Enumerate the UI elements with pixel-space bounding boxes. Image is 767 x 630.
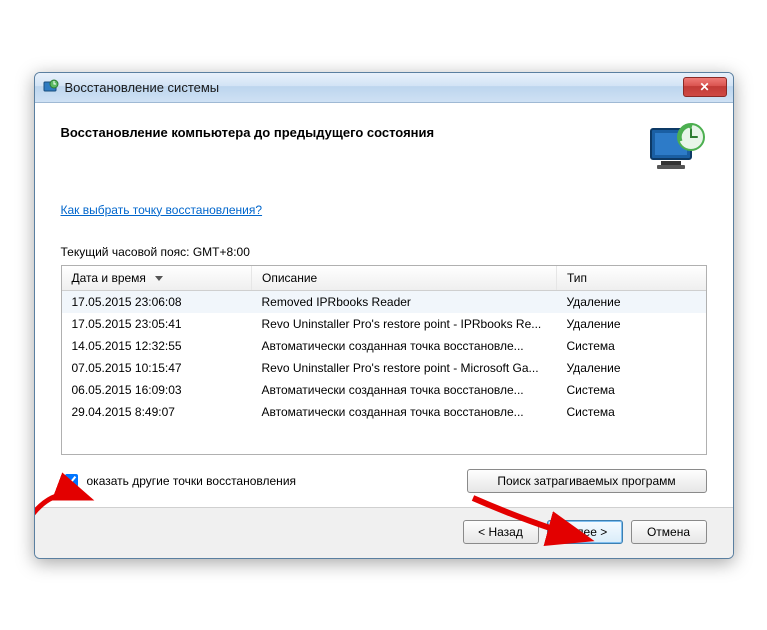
table-row[interactable]: 17.05.2015 23:06:08Removed IPRbooks Read… [62,290,706,313]
timezone-label: Текущий часовой пояс: GMT+8:00 [61,245,707,259]
scan-affected-programs-button[interactable]: Поиск затрагиваемых программ [467,469,707,493]
cell-type: Система [557,379,706,401]
table-row[interactable]: 29.04.2015 8:49:07Автоматически созданна… [62,401,706,423]
cell-date: 07.05.2015 10:15:47 [62,357,252,379]
column-header-desc[interactable]: Описание [252,266,557,291]
show-other-points-checkbox[interactable]: оказать другие точки восстановления [61,471,297,490]
table-row[interactable]: 07.05.2015 10:15:47Revo Uninstaller Pro'… [62,357,706,379]
cell-desc: Removed IPRbooks Reader [252,290,557,313]
column-header-type[interactable]: Тип [557,266,706,291]
cell-date: 14.05.2015 12:32:55 [62,335,252,357]
table-row[interactable]: 06.05.2015 16:09:03Автоматически созданн… [62,379,706,401]
close-icon: ✕ [699,80,709,94]
cell-type: Удаление [557,313,706,335]
table-row[interactable]: 17.05.2015 23:05:41Revo Uninstaller Pro'… [62,313,706,335]
show-other-checkbox-input[interactable] [65,474,78,487]
back-button[interactable]: < Назад [463,520,539,544]
page-heading: Восстановление компьютера до предыдущего… [61,121,435,140]
show-other-label: оказать другие точки восстановления [87,474,297,488]
content-area: Восстановление компьютера до предыдущего… [35,103,733,507]
cell-type: Удаление [557,357,706,379]
cell-desc: Автоматически созданная точка восстановл… [252,335,557,357]
column-header-date[interactable]: Дата и время [62,266,252,291]
next-button[interactable]: Далее > [547,520,623,544]
sort-desc-icon [155,276,163,281]
system-restore-icon [43,79,59,95]
close-button[interactable]: ✕ [683,77,727,97]
window-title: Восстановление системы [65,80,683,95]
cell-desc: Revo Uninstaller Pro's restore point - M… [252,357,557,379]
system-restore-window: Восстановление системы ✕ Восстановление … [34,72,734,559]
cell-date: 17.05.2015 23:06:08 [62,290,252,313]
wizard-footer: < Назад Далее > Отмена [35,507,733,558]
cell-date: 29.04.2015 8:49:07 [62,401,252,423]
cancel-button[interactable]: Отмена [631,520,707,544]
cell-type: Система [557,335,706,357]
cell-desc: Revo Uninstaller Pro's restore point - I… [252,313,557,335]
cell-date: 17.05.2015 23:05:41 [62,313,252,335]
help-link[interactable]: Как выбрать точку восстановления? [61,203,263,217]
cell-date: 06.05.2015 16:09:03 [62,379,252,401]
restore-big-icon [647,121,707,175]
cell-desc: Автоматически созданная точка восстановл… [252,379,557,401]
cell-type: Удаление [557,290,706,313]
table-row[interactable]: 14.05.2015 12:32:55Автоматически созданн… [62,335,706,357]
cell-type: Система [557,401,706,423]
cell-desc: Автоматически созданная точка восстановл… [252,401,557,423]
restore-points-table[interactable]: Дата и время Описание Тип 17.05.2015 23:… [61,265,707,455]
titlebar[interactable]: Восстановление системы ✕ [35,73,733,103]
